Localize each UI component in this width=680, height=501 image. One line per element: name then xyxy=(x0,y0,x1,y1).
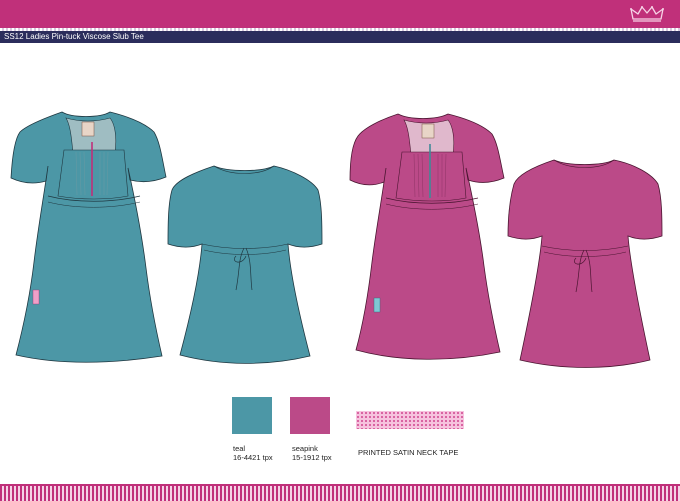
garment-sketches xyxy=(10,111,663,368)
swatch-seapink-code: 15-1912 tpx xyxy=(292,453,332,462)
garment-teal-back xyxy=(167,165,323,364)
tech-pack-page: SS12 Ladies Pin-tuck Viscose Slub Tee te… xyxy=(0,0,680,501)
swatch-teal xyxy=(232,397,272,434)
garment-pink-back xyxy=(507,159,663,368)
garment-teal-front xyxy=(10,111,167,363)
swatch-seapink-name: seapink xyxy=(292,444,318,453)
swatch-seapink xyxy=(290,397,330,434)
neck-tape-label: PRINTED SATIN NECK TAPE xyxy=(358,448,459,457)
swatch-teal-code: 16-4421 tpx xyxy=(233,453,273,462)
garment-pink-front xyxy=(349,113,505,360)
neck-tape-swatch xyxy=(356,411,464,429)
swatch-teal-name: teal xyxy=(233,444,246,453)
footer-stripe xyxy=(0,486,680,501)
